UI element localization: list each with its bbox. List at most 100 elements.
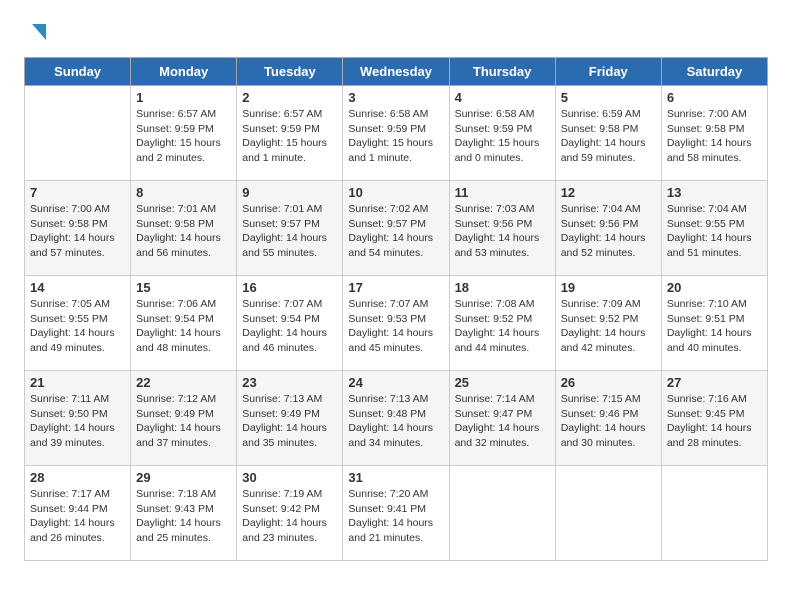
calendar-week-2: 7 Sunrise: 7:00 AM Sunset: 9:58 PM Daylig… [25, 181, 768, 276]
day-number: 17 [348, 280, 443, 295]
calendar-cell: 21 Sunrise: 7:11 AM Sunset: 9:50 PM Dayli… [25, 371, 131, 466]
day-info: Sunrise: 7:04 AM Sunset: 9:56 PM Dayligh… [561, 202, 656, 261]
day-number: 15 [136, 280, 231, 295]
day-info: Sunrise: 7:16 AM Sunset: 9:45 PM Dayligh… [667, 392, 762, 451]
calendar-cell [555, 466, 661, 561]
calendar-cell: 31Sunrise: 7:20 AM Sunset: 9:41 PM Dayli… [343, 466, 449, 561]
day-info: Sunrise: 7:11 AM Sunset: 9:50 PM Dayligh… [30, 392, 125, 451]
day-number: 11 [455, 185, 550, 200]
calendar-cell: 29Sunrise: 7:18 AM Sunset: 9:43 PM Dayli… [131, 466, 237, 561]
day-number: 7 [30, 185, 125, 200]
day-number: 16 [242, 280, 337, 295]
page: SundayMondayTuesdayWednesdayThursdayFrid… [0, 0, 792, 581]
calendar-cell [661, 466, 767, 561]
day-number: 29 [136, 470, 231, 485]
day-number: 1 [136, 90, 231, 105]
day-info: Sunrise: 7:00 AM Sunset: 9:58 PM Dayligh… [30, 202, 125, 261]
day-info: Sunrise: 7:13 AM Sunset: 9:48 PM Dayligh… [348, 392, 443, 451]
day-number: 28 [30, 470, 125, 485]
calendar-week-5: 28 Sunrise: 7:17 AM Sunset: 9:44 PM Dayli… [25, 466, 768, 561]
calendar-cell: 28 Sunrise: 7:17 AM Sunset: 9:44 PM Dayli… [25, 466, 131, 561]
day-header-sunday: Sunday [25, 58, 131, 86]
day-info: Sunrise: 6:57 AM Sunset: 9:59 PM Dayligh… [242, 107, 337, 166]
calendar-cell: 12 Sunrise: 7:04 AM Sunset: 9:56 PM Dayli… [555, 181, 661, 276]
calendar-cell: 25 Sunrise: 7:14 AM Sunset: 9:47 PM Dayli… [449, 371, 555, 466]
calendar-cell: 8 Sunrise: 7:01 AM Sunset: 9:58 PM Daylig… [131, 181, 237, 276]
calendar-table: SundayMondayTuesdayWednesdayThursdayFrid… [24, 57, 768, 561]
day-number: 25 [455, 375, 550, 390]
day-number: 5 [561, 90, 656, 105]
calendar-cell: 4 Sunrise: 6:58 AM Sunset: 9:59 PM Daylig… [449, 86, 555, 181]
day-info: Sunrise: 7:09 AM Sunset: 9:52 PM Dayligh… [561, 297, 656, 356]
calendar-cell: 27 Sunrise: 7:16 AM Sunset: 9:45 PM Dayli… [661, 371, 767, 466]
day-number: 13 [667, 185, 762, 200]
day-number: 24 [348, 375, 443, 390]
calendar-cell: 15 Sunrise: 7:06 AM Sunset: 9:54 PM Dayli… [131, 276, 237, 371]
day-info: Sunrise: 7:07 AM Sunset: 9:53 PM Dayligh… [348, 297, 443, 356]
calendar-cell [449, 466, 555, 561]
day-info: Sunrise: 6:59 AM Sunset: 9:58 PM Dayligh… [561, 107, 656, 166]
calendar-cell: 2 Sunrise: 6:57 AM Sunset: 9:59 PM Daylig… [237, 86, 343, 181]
day-info: Sunrise: 7:15 AM Sunset: 9:46 PM Dayligh… [561, 392, 656, 451]
calendar-cell [25, 86, 131, 181]
day-number: 14 [30, 280, 125, 295]
day-header-tuesday: Tuesday [237, 58, 343, 86]
logo-triangle-icon [26, 20, 48, 42]
day-number: 26 [561, 375, 656, 390]
day-number: 20 [667, 280, 762, 295]
calendar-cell: 16 Sunrise: 7:07 AM Sunset: 9:54 PM Dayli… [237, 276, 343, 371]
day-info: Sunrise: 7:14 AM Sunset: 9:47 PM Dayligh… [455, 392, 550, 451]
calendar-cell: 23Sunrise: 7:13 AM Sunset: 9:49 PM Dayli… [237, 371, 343, 466]
day-info: Sunrise: 6:58 AM Sunset: 9:59 PM Dayligh… [455, 107, 550, 166]
day-header-monday: Monday [131, 58, 237, 86]
day-info: Sunrise: 7:08 AM Sunset: 9:52 PM Dayligh… [455, 297, 550, 356]
day-info: Sunrise: 7:13 AM Sunset: 9:49 PM Dayligh… [242, 392, 337, 451]
day-header-thursday: Thursday [449, 58, 555, 86]
day-info: Sunrise: 6:58 AM Sunset: 9:59 PM Dayligh… [348, 107, 443, 166]
day-number: 8 [136, 185, 231, 200]
day-header-saturday: Saturday [661, 58, 767, 86]
calendar-cell: 20 Sunrise: 7:10 AM Sunset: 9:51 PM Dayli… [661, 276, 767, 371]
day-number: 27 [667, 375, 762, 390]
day-info: Sunrise: 7:07 AM Sunset: 9:54 PM Dayligh… [242, 297, 337, 356]
day-number: 12 [561, 185, 656, 200]
day-header-friday: Friday [555, 58, 661, 86]
calendar-cell: 9 Sunrise: 7:01 AM Sunset: 9:57 PM Daylig… [237, 181, 343, 276]
day-info: Sunrise: 7:10 AM Sunset: 9:51 PM Dayligh… [667, 297, 762, 356]
calendar-cell: 19 Sunrise: 7:09 AM Sunset: 9:52 PM Dayli… [555, 276, 661, 371]
calendar-cell: 13 Sunrise: 7:04 AM Sunset: 9:55 PM Dayli… [661, 181, 767, 276]
calendar-week-3: 14Sunrise: 7:05 AM Sunset: 9:55 PM Dayli… [25, 276, 768, 371]
day-info: Sunrise: 7:06 AM Sunset: 9:54 PM Dayligh… [136, 297, 231, 356]
day-number: 9 [242, 185, 337, 200]
day-number: 21 [30, 375, 125, 390]
day-header-wednesday: Wednesday [343, 58, 449, 86]
calendar-cell: 11 Sunrise: 7:03 AM Sunset: 9:56 PM Dayli… [449, 181, 555, 276]
calendar-cell: 30Sunrise: 7:19 AM Sunset: 9:42 PM Dayli… [237, 466, 343, 561]
day-info: Sunrise: 7:17 AM Sunset: 9:44 PM Dayligh… [30, 487, 125, 546]
header [24, 20, 768, 47]
day-number: 2 [242, 90, 337, 105]
day-number: 22 [136, 375, 231, 390]
day-info: Sunrise: 7:04 AM Sunset: 9:55 PM Dayligh… [667, 202, 762, 261]
calendar-cell: 14Sunrise: 7:05 AM Sunset: 9:55 PM Dayli… [25, 276, 131, 371]
day-info: Sunrise: 7:01 AM Sunset: 9:57 PM Dayligh… [242, 202, 337, 261]
day-info: Sunrise: 7:01 AM Sunset: 9:58 PM Dayligh… [136, 202, 231, 261]
calendar-cell: 10Sunrise: 7:02 AM Sunset: 9:57 PM Dayli… [343, 181, 449, 276]
day-number: 3 [348, 90, 443, 105]
day-info: Sunrise: 7:20 AM Sunset: 9:41 PM Dayligh… [348, 487, 443, 546]
calendar-header-row: SundayMondayTuesdayWednesdayThursdayFrid… [25, 58, 768, 86]
calendar-cell: 24 Sunrise: 7:13 AM Sunset: 9:48 PM Dayli… [343, 371, 449, 466]
day-number: 4 [455, 90, 550, 105]
day-info: Sunrise: 7:03 AM Sunset: 9:56 PM Dayligh… [455, 202, 550, 261]
calendar-cell: 1Sunrise: 6:57 AM Sunset: 9:59 PM Daylig… [131, 86, 237, 181]
day-info: Sunrise: 7:12 AM Sunset: 9:49 PM Dayligh… [136, 392, 231, 451]
day-number: 18 [455, 280, 550, 295]
day-number: 30 [242, 470, 337, 485]
calendar-cell: 6Sunrise: 7:00 AM Sunset: 9:58 PM Daylig… [661, 86, 767, 181]
day-number: 19 [561, 280, 656, 295]
logo [24, 20, 48, 47]
calendar-cell: 18 Sunrise: 7:08 AM Sunset: 9:52 PM Dayli… [449, 276, 555, 371]
day-info: Sunrise: 7:00 AM Sunset: 9:58 PM Dayligh… [667, 107, 762, 166]
calendar-week-1: 1 Sunrise: 6:57 AM Sunset: 9:59 PM Daylig… [25, 86, 768, 181]
calendar-cell: 26 Sunrise: 7:15 AM Sunset: 9:46 PM Dayli… [555, 371, 661, 466]
